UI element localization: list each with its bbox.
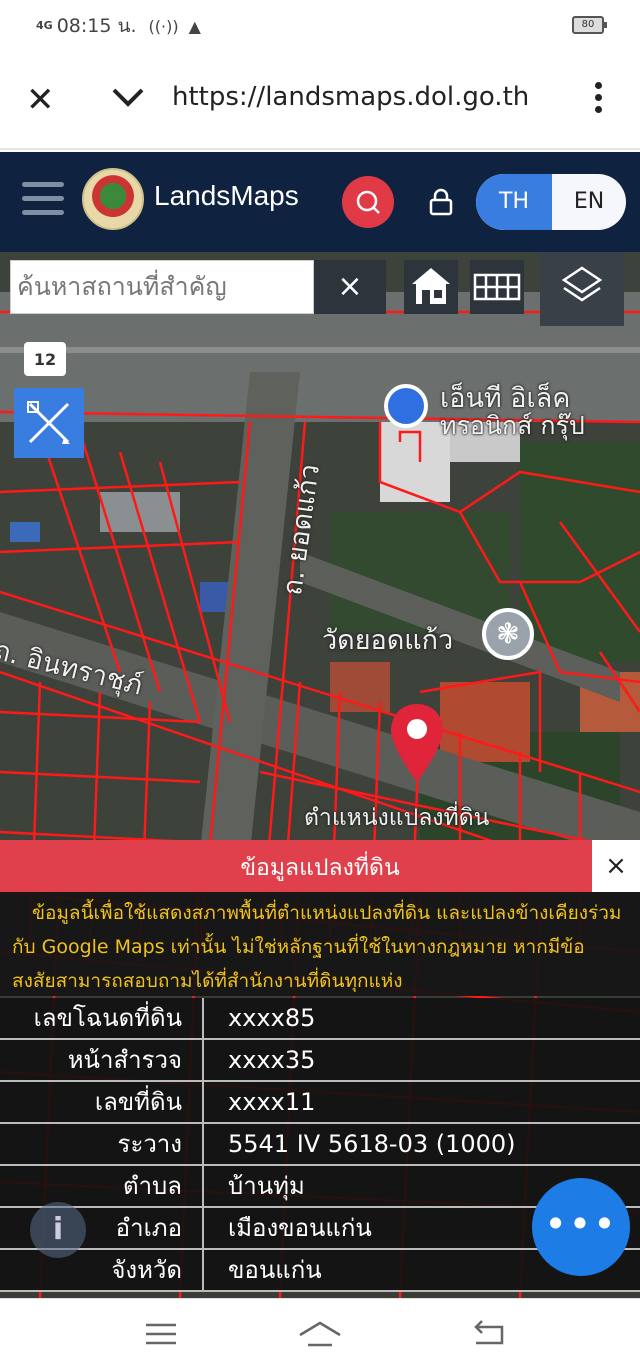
more-vert-icon[interactable]	[590, 82, 606, 122]
parcel-info-title: ข้อมูลแปลงที่ดิน	[240, 855, 400, 881]
system-nav-bar	[0, 1298, 640, 1372]
row-label: เลขที่ดิน	[0, 1082, 204, 1122]
row-label: ตำบล	[0, 1166, 204, 1206]
row-label: หน้าสำรวจ	[0, 1040, 204, 1080]
back-icon[interactable]	[470, 1319, 506, 1349]
disclaimer-text: ข้อมูลนี้เพื่อใช้แสดงสภาพพื้นที่ตำแหน่งแ…	[0, 892, 640, 996]
home-nav-icon[interactable]	[298, 1319, 342, 1351]
warning-icon: ▲	[188, 16, 201, 36]
row-value: xxxx11	[228, 1088, 316, 1116]
url-field[interactable]: https://landsmaps.dol.go.th	[172, 82, 529, 112]
home-button[interactable]	[404, 260, 458, 314]
info-button[interactable]: i	[30, 1202, 86, 1258]
business-poi-icon[interactable]	[384, 384, 428, 428]
table-row: ระวาง 5541 IV 5618-03 (1000)	[0, 1124, 640, 1166]
more-options-fab[interactable]: •••	[532, 1178, 630, 1276]
ruler-pencil-icon	[27, 401, 70, 444]
lang-en-button[interactable]: EN	[552, 174, 626, 230]
clear-search-button[interactable]: ×	[314, 260, 386, 314]
row-label: จังหวัด	[0, 1250, 204, 1290]
panel-close-button[interactable]: ×	[592, 840, 640, 892]
location-pin-icon[interactable]	[388, 702, 446, 786]
parcel-info-header: ข้อมูลแปลงที่ดิน	[0, 840, 640, 892]
layers-icon	[561, 266, 603, 302]
row-value: เมืองขอนแก่น	[228, 1214, 372, 1242]
hamburger-menu-icon[interactable]	[22, 182, 64, 216]
grid-toggle-button[interactable]	[470, 260, 524, 314]
row-label: เลขโฉนดที่ดิน	[0, 998, 204, 1038]
measure-tool-button[interactable]	[14, 388, 84, 458]
table-row: เลขโฉนดที่ดิน xxxx85	[0, 998, 640, 1040]
temple-poi-icon[interactable]: ❃	[482, 608, 534, 660]
table-row: หน้าสำรวจ xxxx35	[0, 1040, 640, 1082]
signal-icon: 4G	[36, 19, 53, 32]
row-value: xxxx35	[228, 1046, 316, 1074]
lang-th-button[interactable]: TH	[476, 174, 552, 230]
row-value: 5541 IV 5618-03 (1000)	[228, 1130, 516, 1158]
status-time: 08:15 น.	[56, 15, 137, 37]
lock-icon[interactable]	[428, 188, 454, 216]
row-value: บ้านทุ่ม	[228, 1172, 305, 1200]
table-row: เลขที่ดิน xxxx11	[0, 1082, 640, 1124]
dol-logo	[82, 168, 144, 230]
brand-title: LandsMaps	[154, 180, 299, 211]
row-value: ขอนแก่น	[228, 1256, 322, 1284]
language-toggle: TH EN	[476, 174, 626, 230]
map-label-company-2: ทรอนิกส์ กรุ๊ป	[440, 411, 585, 440]
app-header: LandsMaps TH EN	[0, 152, 640, 252]
row-label: ระวาง	[0, 1124, 204, 1164]
hotspot-icon: ((·))	[148, 16, 179, 36]
search-icon	[356, 190, 380, 214]
status-bar: 4G 08:15 น. ((·)) ▲ 80	[0, 0, 640, 52]
place-search-input[interactable]: ค้นหาสถานที่สำคัญ	[10, 260, 314, 314]
browser-toolbar: ✕ https://landsmaps.dol.go.th	[0, 52, 640, 150]
home-icon	[412, 268, 450, 304]
map-label-temple: วัดยอดแก้ว	[322, 625, 454, 656]
map-label-parcel-position: ตำแหน่งแปลงที่ดิน	[304, 805, 490, 831]
row-value: xxxx85	[228, 1004, 316, 1032]
close-icon[interactable]: ✕	[26, 80, 55, 120]
road-number-sign: 12	[24, 342, 66, 376]
search-button[interactable]	[342, 176, 394, 228]
grid-icon	[473, 273, 521, 301]
recent-apps-icon[interactable]	[144, 1319, 178, 1349]
battery-icon: 80	[572, 16, 607, 34]
layers-button[interactable]	[540, 252, 624, 326]
chevron-down-icon[interactable]	[108, 78, 148, 118]
